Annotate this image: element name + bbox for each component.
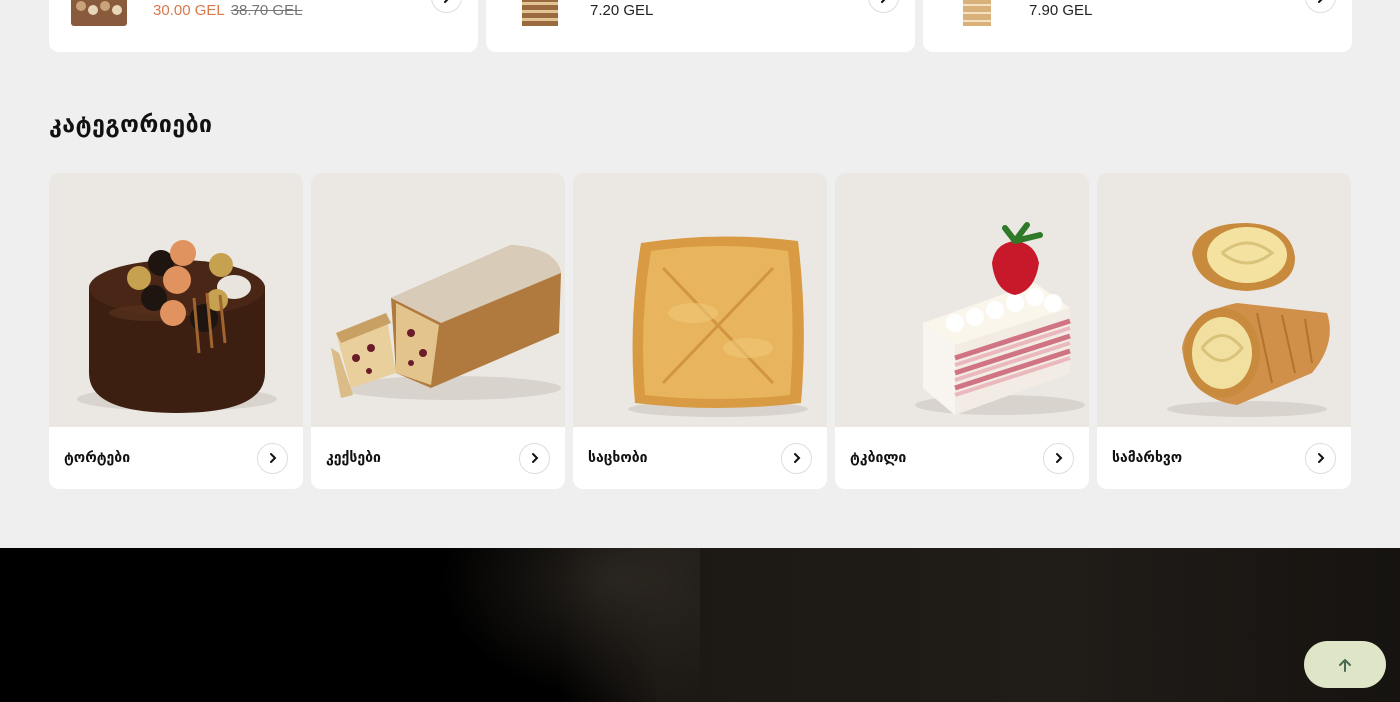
product-open-button[interactable] [431, 0, 462, 13]
product-card[interactable]: 30.00 GEL 38.70 GEL [49, 0, 478, 52]
product-image [71, 0, 127, 26]
product-open-button[interactable] [1305, 0, 1336, 13]
categories-heading: კატეგორიები [49, 112, 213, 138]
category-card-lenten[interactable]: სამარხვო [1097, 173, 1351, 489]
category-card-cakes[interactable]: ტორტები [49, 173, 303, 489]
product-price-group: 30.00 GEL 38.70 GEL [153, 2, 302, 19]
product-sale-price: 30.00 GEL [153, 2, 225, 19]
category-label: ტორტები [64, 450, 131, 466]
chevron-right-icon [1317, 0, 1322, 3]
product-image [963, 0, 991, 26]
category-label: კექსები [326, 450, 381, 466]
category-open-button[interactable] [257, 442, 288, 474]
category-image [1097, 173, 1351, 427]
product-old-price: 38.70 GEL [230, 2, 303, 19]
category-open-button[interactable] [1305, 442, 1336, 474]
category-image [835, 173, 1089, 427]
category-open-button[interactable] [519, 442, 550, 474]
chevron-right-icon [1055, 453, 1062, 463]
product-cards-row: 30.00 GEL 38.70 GEL 7.20 GEL 7.90 GEL [49, 0, 1352, 52]
fruit-loaf-image [331, 245, 561, 400]
chevron-right-icon [1317, 453, 1324, 463]
chevron-right-icon [443, 0, 448, 3]
category-card-sweet[interactable]: ტკბილი [835, 173, 1089, 489]
product-card[interactable]: 7.20 GEL [486, 0, 915, 52]
product-open-button[interactable] [868, 0, 899, 13]
banner-glow [440, 548, 700, 702]
product-price-group: 7.90 GEL [1029, 2, 1092, 19]
scroll-to-top-button[interactable] [1304, 641, 1386, 688]
chevron-right-icon [793, 453, 800, 463]
category-footer: ტკბილი [835, 427, 1089, 489]
product-card[interactable]: 7.90 GEL [923, 0, 1352, 52]
arrow-up-icon [1339, 658, 1351, 672]
product-price-group: 7.20 GEL [590, 2, 653, 19]
cream-horns-image [1167, 223, 1330, 417]
pie-image [628, 236, 808, 417]
product-price: 7.20 GEL [590, 2, 654, 19]
chevron-right-icon [531, 453, 538, 463]
category-footer: სამარხვო [1097, 427, 1351, 489]
categories-grid: ტორტები კექსები საცხობი ტკბილი სამარხვო [49, 173, 1352, 489]
category-card-baked[interactable]: საცხობი [573, 173, 827, 489]
category-image [573, 173, 827, 427]
category-label: სამარხვო [1112, 450, 1183, 466]
category-open-button[interactable] [781, 442, 812, 474]
dark-banner-section [0, 548, 1400, 702]
chocolate-cake-image [77, 240, 277, 413]
product-price: 7.90 GEL [1029, 2, 1093, 19]
chevron-right-icon [880, 0, 885, 3]
category-footer: კექსები [311, 427, 565, 489]
category-open-button[interactable] [1043, 442, 1074, 474]
chevron-right-icon [269, 453, 276, 463]
category-label: ტკბილი [850, 450, 907, 466]
strawberry-pastry-image [915, 222, 1085, 415]
category-image [311, 173, 565, 427]
category-card-loaves[interactable]: კექსები [311, 173, 565, 489]
category-label: საცხობი [588, 450, 648, 466]
product-image [522, 0, 558, 26]
category-footer: საცხობი [573, 427, 827, 489]
category-footer: ტორტები [49, 427, 303, 489]
category-image [49, 173, 303, 427]
